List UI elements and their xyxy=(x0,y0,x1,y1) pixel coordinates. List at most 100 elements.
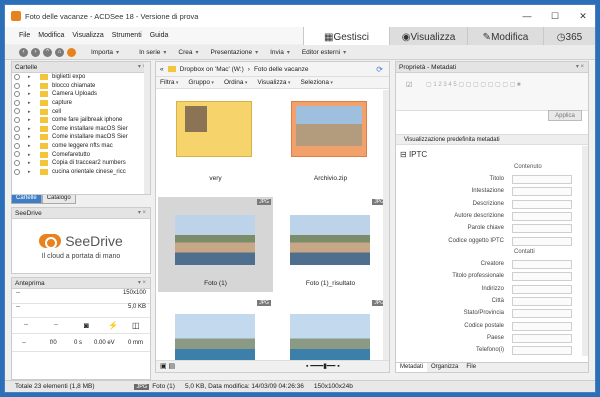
expand-icon[interactable]: ▸ xyxy=(28,169,33,175)
check-icon[interactable] xyxy=(14,74,20,80)
check-icon[interactable] xyxy=(14,82,20,89)
browser-scrollbar[interactable] xyxy=(383,90,389,360)
view-mode-icon[interactable]: ▣ ▤ xyxy=(160,362,175,370)
metadata-field-input[interactable] xyxy=(512,284,572,294)
ordina-button[interactable]: Ordina xyxy=(224,79,247,86)
tree-scrollbar[interactable] xyxy=(144,62,150,194)
tab-visualizza[interactable]: ◉ Visualizza xyxy=(389,27,467,47)
metadata-field-input[interactable] xyxy=(512,224,572,234)
metadata-field-input[interactable] xyxy=(512,175,572,184)
expand-icon[interactable]: ▸ xyxy=(28,152,33,158)
thumbnail[interactable]: JPG Foto (1)_risultato xyxy=(273,197,388,292)
metadata-field-input[interactable] xyxy=(512,211,572,221)
folder-tree-item[interactable]: ▸ cell xyxy=(12,107,150,116)
path-back-icon[interactable]: « xyxy=(160,66,164,73)
metadata-field-input[interactable] xyxy=(512,333,572,343)
tab-metadati[interactable]: Metadati xyxy=(396,363,428,372)
metadata-field-input[interactable] xyxy=(512,296,572,306)
expand-icon[interactable]: ▸ xyxy=(28,143,33,149)
path-segment[interactable]: Dropbox on 'Mac' (W:) xyxy=(180,66,244,73)
rating-buttons[interactable]: ▢ 1 2 3 4 5 ▢ ▢ ▢ ▢ ▢ ▢ ▢ ▢ ■ xyxy=(426,81,521,88)
crea-button[interactable]: Crea xyxy=(178,49,198,56)
folder-tree-item[interactable]: ▸ blocco chiamate xyxy=(12,82,150,91)
check-icon[interactable] xyxy=(14,134,20,141)
folder-tree-item[interactable]: ▸ Come installare macOS Sier xyxy=(12,125,150,134)
folder-tree-item[interactable]: ▸ Comefaretutto xyxy=(12,150,150,159)
seedrive-body[interactable]: SeeDrive Il cloud a portata di mano xyxy=(12,219,150,274)
visualizza-button[interactable]: Visualizza xyxy=(257,79,290,86)
folder-tree-item[interactable]: ▸ Copia di traccear2 numbers xyxy=(12,159,150,168)
thumbnail[interactable]: JPG xyxy=(273,298,388,360)
check-icon[interactable] xyxy=(14,142,20,149)
thumbnail[interactable]: very xyxy=(158,92,273,187)
folder-tree-item[interactable]: ▸ come fare jailbreak iphone xyxy=(12,116,150,125)
invia-button[interactable]: Invia xyxy=(270,49,290,56)
thumbnail[interactable]: Archivio.zip xyxy=(273,92,388,187)
check-icon[interactable] xyxy=(14,116,20,123)
thumbnail[interactable]: JPG xyxy=(158,298,273,360)
pin-icon[interactable]: ▾ × xyxy=(576,63,584,70)
maximize-icon[interactable]: ☐ xyxy=(541,5,569,27)
pin-icon[interactable]: ▾ × xyxy=(138,209,146,216)
tab-file[interactable]: File xyxy=(462,363,480,372)
menu-strumenti[interactable]: Strumenti xyxy=(112,32,142,39)
metadata-field-input[interactable] xyxy=(512,199,572,209)
check-icon[interactable] xyxy=(14,125,20,132)
refresh-icon[interactable]: ⟳ xyxy=(376,65,383,74)
tab-gestisci[interactable]: ▦ Gestisci xyxy=(303,27,389,47)
back-icon[interactable]: ‹ xyxy=(19,47,28,57)
minimize-icon[interactable]: — xyxy=(513,5,541,27)
expand-icon[interactable]: ▸ xyxy=(28,100,33,106)
folder-tree-item[interactable]: ▸ cucina orientale cinese_ricc xyxy=(12,168,150,177)
tab-365[interactable]: ◷ 365 xyxy=(543,27,595,47)
expand-icon[interactable]: ▸ xyxy=(28,134,33,140)
menu-visualizza[interactable]: Visualizza xyxy=(72,32,103,39)
expand-icon[interactable]: ▸ xyxy=(28,160,33,166)
acdsee-icon[interactable] xyxy=(67,47,76,57)
menu-file[interactable]: File xyxy=(19,32,30,39)
checkbox-icon[interactable]: ☑ xyxy=(406,81,412,89)
home-icon[interactable]: ⌂ xyxy=(55,47,64,57)
check-icon[interactable] xyxy=(14,91,20,98)
expand-icon[interactable]: ▸ xyxy=(28,74,33,80)
expand-icon[interactable]: ▸ xyxy=(28,91,33,97)
properties-scrollbar[interactable] xyxy=(582,146,588,356)
path-segment[interactable]: Foto delle vacanze xyxy=(254,66,309,73)
metadata-field-input[interactable] xyxy=(512,187,572,197)
thumbnail[interactable]: JPG Foto (1) xyxy=(158,197,273,292)
close-icon[interactable]: ✕ xyxy=(569,5,595,27)
presentazione-button[interactable]: Presentazione xyxy=(211,49,259,56)
tab-cartelle[interactable]: Cartelle xyxy=(11,195,42,204)
tab-modifica[interactable]: ✎ Modifica xyxy=(467,27,543,47)
menu-modifica[interactable]: Modifica xyxy=(38,32,64,39)
folder-tree-item[interactable]: ▸ capture xyxy=(12,99,150,108)
folder-tree-item[interactable]: ▸ come leggere nfts mac xyxy=(12,142,150,151)
editor-esterni-button[interactable]: Editor esterni xyxy=(302,49,346,56)
expand-icon[interactable]: ▸ xyxy=(28,109,33,115)
gruppo-button[interactable]: Gruppo xyxy=(188,79,214,86)
tab-catalogo[interactable]: Catalogo xyxy=(41,195,76,204)
metadata-field-input[interactable] xyxy=(512,346,572,356)
expand-icon[interactable]: ▸ xyxy=(28,117,33,123)
folder-tree-item[interactable]: ▸ biglietti expo xyxy=(12,73,150,82)
metadata-field-input[interactable] xyxy=(512,321,572,331)
metadata-field-input[interactable] xyxy=(512,260,572,269)
tab-organizza[interactable]: Organizza xyxy=(427,363,462,372)
metadata-field-input[interactable] xyxy=(512,309,572,319)
applica-button[interactable]: Applica xyxy=(548,110,582,121)
up-icon[interactable]: ^ xyxy=(43,47,52,57)
expand-icon[interactable]: ▸ xyxy=(28,126,33,132)
expand-icon[interactable]: ▸ xyxy=(28,83,33,89)
menu-guida[interactable]: Guida xyxy=(150,32,169,39)
metadata-view-select[interactable]: Visualizzazione predefinita metadati xyxy=(396,134,588,145)
seleziona-button[interactable]: Seleziona xyxy=(300,79,332,86)
pin-icon[interactable]: ▾ × xyxy=(138,279,146,286)
folder-tree-item[interactable]: ▸ Come installare macOS Sier xyxy=(12,133,150,142)
forward-icon[interactable]: › xyxy=(31,47,40,57)
check-icon[interactable] xyxy=(14,168,20,175)
check-icon[interactable] xyxy=(14,108,20,115)
iptc-section[interactable]: ⊟ IPTC xyxy=(400,150,427,159)
zoom-slider[interactable]: ▪ ━━━▮━━ ▪ xyxy=(306,362,340,370)
check-icon[interactable] xyxy=(14,151,20,158)
check-icon[interactable] xyxy=(14,159,20,166)
